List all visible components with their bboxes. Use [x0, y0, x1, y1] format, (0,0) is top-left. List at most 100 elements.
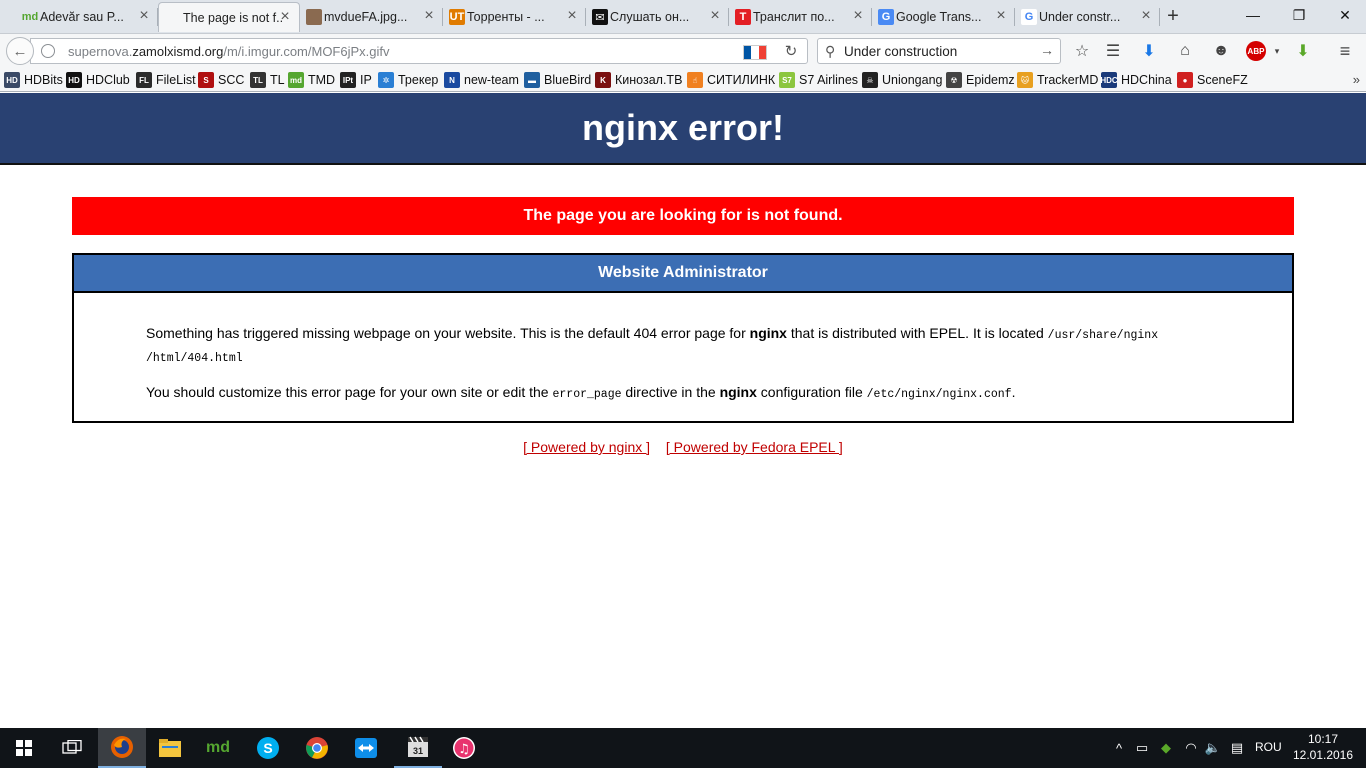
tab-2[interactable]: The page is not f... × — [158, 2, 300, 32]
bookmark-tmd[interactable]: md TMD — [288, 71, 335, 89]
clock-time: 10:17 — [1307, 732, 1339, 746]
close-icon[interactable]: × — [1138, 8, 1154, 24]
close-icon[interactable]: × — [707, 8, 723, 24]
video-editor-icon[interactable]: 31 — [394, 728, 442, 768]
tab-label: Google Trans... — [896, 10, 982, 24]
bookmark-label: СИТИЛИНК — [707, 73, 776, 87]
teamviewer-icon[interactable] — [342, 728, 390, 768]
tracker-icon: ✲ — [378, 72, 394, 88]
reading-list-icon[interactable]: ☰ — [1102, 40, 1124, 62]
bookmark-new-team[interactable]: Nnew-team — [444, 71, 519, 89]
powered-by-nginx-link[interactable]: [ Powered by nginx ] — [523, 439, 650, 455]
address-bar[interactable]: supernova.zamolxismd.org/m/i.imgur.com/M… — [30, 38, 808, 64]
close-icon[interactable]: × — [421, 8, 437, 24]
power-icon[interactable]: ▭ — [1133, 739, 1151, 757]
download-helper-icon[interactable]: ⬇ — [1292, 40, 1314, 62]
menu-icon[interactable]: ≡ — [1334, 40, 1356, 62]
translit-icon: T — [735, 9, 751, 25]
chevron-up-icon[interactable]: ^ — [1110, 739, 1128, 757]
globe-icon — [41, 44, 55, 58]
kinozal-icon: K — [595, 72, 611, 88]
input-language[interactable]: ROU — [1255, 740, 1282, 754]
bookmark-label: Epidemz — [966, 73, 1015, 87]
browser-chrome: md Adevăr sau P... × The page is not f... × m… — [0, 0, 1366, 92]
bookmark-s7-airlines[interactable]: S7 S7 Airlines — [779, 71, 858, 89]
maximize-button[interactable]: ❐ — [1276, 0, 1322, 30]
search-bar[interactable]: ⚲ Under construction → — [817, 38, 1061, 64]
admin-box-header: Website Administrator — [74, 255, 1292, 293]
close-icon[interactable]: × — [850, 8, 866, 24]
bookmark-star-icon[interactable]: ☆ — [1071, 40, 1093, 62]
bookmark-ip[interactable]: IPt IP — [340, 71, 372, 89]
reload-icon[interactable]: ↻ — [781, 42, 801, 62]
itunes-icon[interactable]: ♫ — [440, 728, 488, 768]
close-icon[interactable]: × — [564, 8, 580, 24]
bookmark-filelist[interactable]: FL FileList — [136, 71, 196, 89]
close-icon[interactable]: × — [993, 8, 1009, 24]
bookmark-bluebird[interactable]: ▬ BlueBird — [524, 71, 591, 89]
clock-date: 12.01.2016 — [1292, 748, 1354, 762]
minimize-button[interactable]: — — [1230, 0, 1276, 30]
chrome-icon[interactable] — [293, 728, 341, 768]
bookmark-scc[interactable]: S SCC — [198, 71, 244, 89]
home-icon[interactable]: ⌂ — [1174, 40, 1196, 62]
system-clock[interactable]: 10:17 12.01.2016 — [1290, 731, 1356, 763]
france-flag-icon[interactable] — [743, 45, 767, 60]
p1-text-c: that is distributed with EPEL. It is loc… — [786, 325, 1048, 341]
bookmark-hdchina[interactable]: HDC HDChina — [1100, 71, 1172, 89]
tab-7[interactable]: G Google Trans... × — [872, 2, 1015, 32]
arrow-right-icon[interactable]: → — [1040, 42, 1054, 58]
tab-1[interactable]: md Adevăr sau P... × — [16, 2, 158, 32]
url-host: zamolxismd.org — [132, 44, 224, 59]
chat-icon[interactable]: ☻ — [1210, 40, 1232, 62]
windows-start-icon[interactable] — [0, 728, 48, 768]
search-icon: ⚲ — [825, 43, 836, 59]
bluebird-icon: ▬ — [524, 72, 540, 88]
volume-icon[interactable]: 🔈 — [1204, 739, 1222, 757]
bookmark-label: HDClub — [86, 73, 130, 87]
bookmark-кинозал-тв[interactable]: K Кинозал.ТВ — [595, 71, 682, 89]
new-tab-button[interactable]: + — [1162, 4, 1184, 28]
bookmark-trackermd[interactable]: 🐱 TrackerMD — [1017, 71, 1098, 89]
tab-6[interactable]: T Транслит по... × — [729, 2, 872, 32]
arrow-left-icon: ← — [12, 42, 28, 60]
tab-4[interactable]: UT Торренты - ... × — [443, 2, 586, 32]
bookmark-ситилинк[interactable]: ☝ СИТИЛИНК — [687, 71, 775, 89]
chevron-down-icon[interactable]: ▾ — [1266, 40, 1288, 62]
file-explorer-icon[interactable] — [146, 728, 194, 768]
adblock-plus-icon[interactable]: ABP — [1246, 41, 1266, 61]
back-button[interactable]: ← — [6, 37, 34, 65]
tab-8[interactable]: G Under constr... × — [1015, 2, 1160, 32]
bookmark-hdbits[interactable]: HD HDBits — [4, 71, 63, 89]
green-app-tray-icon[interactable]: ◆ — [1157, 739, 1175, 757]
hdbits-icon: HD — [4, 72, 20, 88]
md-app-icon[interactable]: md — [194, 728, 242, 768]
task-view-icon[interactable] — [48, 728, 96, 768]
bookmark-hdclub[interactable]: HD HDClub — [66, 71, 130, 89]
bookmark-epidemz[interactable]: ☢ Epidemz — [946, 71, 1015, 89]
bookmark-scenefz[interactable]: ● SceneFZ — [1177, 71, 1248, 89]
firefox-icon[interactable] — [98, 728, 146, 768]
tab-5[interactable]: ✉ Слушать он... × — [586, 2, 729, 32]
close-icon[interactable]: × — [136, 8, 152, 24]
url-text[interactable]: supernova.zamolxismd.org/m/i.imgur.com/M… — [68, 44, 390, 59]
blank-page-icon — [165, 10, 181, 26]
tab-3[interactable]: mvdueFA.jpg... × — [300, 2, 443, 32]
powered-by-epel-link[interactable]: [ Powered by Fedora EPEL ] — [666, 439, 843, 455]
bookmark-tl[interactable]: TL TL — [250, 71, 285, 89]
bookmark-label: IP — [360, 73, 372, 87]
music-site-icon: ✉ — [592, 9, 608, 25]
chevron-right-icon[interactable]: » — [1353, 72, 1360, 87]
skype-icon[interactable]: S — [244, 728, 292, 768]
close-window-button[interactable]: ✕ — [1322, 0, 1366, 30]
wifi-icon[interactable]: ◠ — [1182, 739, 1200, 757]
bookmark-uniongang[interactable]: ☠ Uniongang — [862, 71, 942, 89]
search-input[interactable]: Under construction — [844, 44, 957, 59]
notifications-icon[interactable]: ▤ — [1228, 739, 1246, 757]
bookmark-label: SCC — [218, 73, 245, 87]
windows-taskbar: md S 31 ♫ ^ ▭ ◆ ◠ 🔈 ▤ ROU 10:17 12.01.20… — [0, 728, 1366, 768]
downloads-icon[interactable]: ⬇ — [1138, 40, 1160, 62]
bookmark-трекер[interactable]: ✲ Трекер — [378, 71, 438, 89]
image-thumb-icon — [306, 9, 322, 25]
close-icon[interactable]: × — [277, 9, 293, 25]
